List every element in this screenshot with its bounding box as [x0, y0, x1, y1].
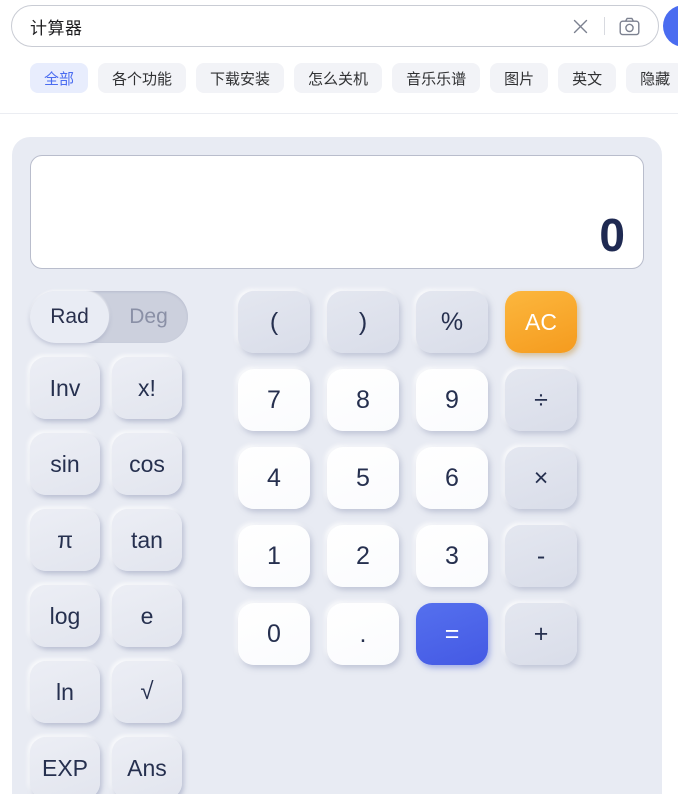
- search-bar-actions: [565, 6, 658, 46]
- camera-icon[interactable]: [614, 11, 644, 41]
- search-header: 全部 各个功能 下载安装 怎么关机 音乐乐谱 图片 英文 隐藏: [0, 0, 678, 114]
- filter-chip-list: 全部 各个功能 下载安装 怎么关机 音乐乐谱 图片 英文 隐藏: [0, 63, 678, 93]
- filter-chip-6[interactable]: 英文: [558, 63, 617, 93]
- key-plus[interactable]: +: [505, 603, 577, 665]
- scientific-row: log e: [30, 585, 212, 647]
- calculator-container: 0 Rad Deg Inv x! sin cos π tan log e ln …: [0, 114, 678, 794]
- key-4[interactable]: 4: [238, 447, 310, 509]
- scientific-row: Inv x!: [30, 357, 212, 419]
- display-value: 0: [599, 209, 625, 261]
- key-equals[interactable]: =: [416, 603, 488, 665]
- calculator-panel: 0 Rad Deg Inv x! sin cos π tan log e ln …: [12, 137, 662, 794]
- filter-chip-1[interactable]: 各个功能: [98, 63, 187, 93]
- keypad-row: 4 5 6 ×: [238, 447, 644, 509]
- key-multiply[interactable]: ×: [505, 447, 577, 509]
- key-5[interactable]: 5: [327, 447, 399, 509]
- calculator-display: 0: [30, 155, 644, 269]
- key-2[interactable]: 2: [327, 525, 399, 587]
- filter-chip-all[interactable]: 全部: [30, 63, 89, 93]
- scientific-row: ln √: [30, 661, 212, 723]
- search-input[interactable]: [12, 6, 565, 46]
- filter-chip-2[interactable]: 下载安装: [196, 63, 285, 93]
- key-pi[interactable]: π: [30, 509, 100, 571]
- search-bar[interactable]: [11, 5, 659, 47]
- key-6[interactable]: 6: [416, 447, 488, 509]
- key-paren-open[interactable]: (: [238, 291, 310, 353]
- calculator-keys: Rad Deg Inv x! sin cos π tan log e ln √ …: [30, 291, 644, 794]
- key-factorial[interactable]: x!: [112, 357, 182, 419]
- key-tan[interactable]: tan: [112, 509, 182, 571]
- key-8[interactable]: 8: [327, 369, 399, 431]
- key-all-clear[interactable]: AC: [505, 291, 577, 353]
- scientific-row: EXP Ans: [30, 737, 212, 794]
- key-divide[interactable]: ÷: [505, 369, 577, 431]
- scientific-row: sin cos: [30, 433, 212, 495]
- filter-chip-3[interactable]: 怎么关机: [294, 63, 383, 93]
- filter-chip-5[interactable]: 图片: [490, 63, 549, 93]
- scientific-row: π tan: [30, 509, 212, 571]
- key-ans[interactable]: Ans: [112, 737, 182, 794]
- keypad-row: 7 8 9 ÷: [238, 369, 644, 431]
- keypad-row: 0 . = +: [238, 603, 644, 665]
- search-submit-button[interactable]: [663, 5, 678, 47]
- key-7[interactable]: 7: [238, 369, 310, 431]
- key-sin[interactable]: sin: [30, 433, 100, 495]
- key-paren-close[interactable]: ): [327, 291, 399, 353]
- key-cos[interactable]: cos: [112, 433, 182, 495]
- angle-mode-toggle[interactable]: Rad Deg: [30, 291, 188, 343]
- angle-mode-deg[interactable]: Deg: [109, 291, 188, 343]
- keypad-row: 1 2 3 -: [238, 525, 644, 587]
- key-percent[interactable]: %: [416, 291, 488, 353]
- key-9[interactable]: 9: [416, 369, 488, 431]
- angle-mode-rad[interactable]: Rad: [30, 291, 109, 343]
- key-sqrt[interactable]: √: [112, 661, 182, 723]
- key-log[interactable]: log: [30, 585, 100, 647]
- key-exp[interactable]: EXP: [30, 737, 100, 794]
- numeric-keypad: ( ) % AC 7 8 9 ÷ 4 5 6 × 1 2 3 - 0 . = +: [212, 291, 644, 794]
- key-ln[interactable]: ln: [30, 661, 100, 723]
- keypad-row: ( ) % AC: [238, 291, 644, 353]
- key-3[interactable]: 3: [416, 525, 488, 587]
- key-minus[interactable]: -: [505, 525, 577, 587]
- filter-chip-4[interactable]: 音乐乐谱: [392, 63, 481, 93]
- key-decimal[interactable]: .: [327, 603, 399, 665]
- close-icon[interactable]: [565, 11, 595, 41]
- action-divider: [604, 17, 605, 35]
- key-0[interactable]: 0: [238, 603, 310, 665]
- key-e[interactable]: e: [112, 585, 182, 647]
- filter-chip-7[interactable]: 隐藏: [626, 63, 678, 93]
- scientific-keypad: Rad Deg Inv x! sin cos π tan log e ln √ …: [30, 291, 212, 794]
- key-1[interactable]: 1: [238, 525, 310, 587]
- key-inv[interactable]: Inv: [30, 357, 100, 419]
